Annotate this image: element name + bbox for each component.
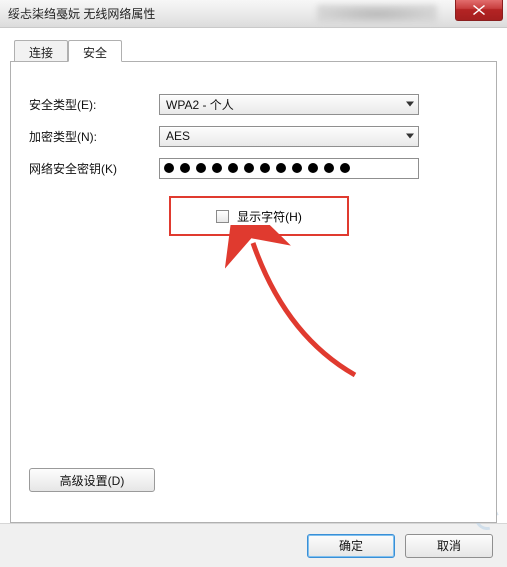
encryption-type-combo[interactable]: AES	[159, 126, 419, 147]
password-dot	[164, 163, 174, 173]
window: 绥忐柒绉戞妧 无线网络属性 连接 安全 安全类型(E): WPA2 - 个人	[0, 0, 507, 567]
footer: 确定 取消	[0, 523, 507, 567]
titlebar: 绥忐柒绉戞妧 无线网络属性	[0, 0, 507, 28]
ok-label: 确定	[339, 537, 363, 554]
close-button[interactable]	[455, 0, 503, 21]
show-characters-checkbox[interactable]	[216, 210, 229, 223]
close-icon	[473, 5, 485, 15]
titlebar-blurred-area	[317, 5, 437, 23]
password-dot	[292, 163, 302, 173]
ok-button[interactable]: 确定	[307, 534, 395, 558]
tab-connect[interactable]: 连接	[14, 40, 68, 62]
encryption-type-value: AES	[166, 129, 190, 143]
password-dot	[196, 163, 206, 173]
password-dot	[260, 163, 270, 173]
security-type-value: WPA2 - 个人	[166, 96, 234, 113]
password-dot	[228, 163, 238, 173]
password-dot	[180, 163, 190, 173]
security-key-input[interactable]	[159, 158, 419, 179]
password-dot	[340, 163, 350, 173]
tab-security-label: 安全	[83, 46, 107, 60]
show-characters-label: 显示字符(H)	[237, 208, 302, 225]
tabpanel-security: 安全类型(E): WPA2 - 个人 加密类型(N): AES	[10, 61, 497, 523]
row-encryption-type: 加密类型(N): AES	[29, 122, 478, 150]
advanced-settings-button[interactable]: 高级设置(D)	[29, 468, 155, 492]
show-characters-highlight: 显示字符(H)	[169, 196, 349, 236]
tab-connect-label: 连接	[29, 46, 53, 60]
row-security-key: 网络安全密钥(K)	[29, 154, 478, 182]
tab-security[interactable]: 安全	[68, 40, 122, 62]
password-dot	[244, 163, 254, 173]
chevron-down-icon	[406, 102, 414, 107]
row-security-type: 安全类型(E): WPA2 - 个人	[29, 90, 478, 118]
security-type-combo[interactable]: WPA2 - 个人	[159, 94, 419, 115]
security-key-label: 网络安全密钥(K)	[29, 160, 159, 177]
password-dot	[212, 163, 222, 173]
security-type-label: 安全类型(E):	[29, 96, 159, 113]
password-dot	[276, 163, 286, 173]
cancel-label: 取消	[437, 537, 461, 554]
form: 安全类型(E): WPA2 - 个人 加密类型(N): AES	[11, 62, 496, 236]
tab-container: 连接 安全 安全类型(E): WPA2 - 个人 加密类型(N):	[10, 40, 497, 523]
password-dot	[308, 163, 318, 173]
password-dot	[324, 163, 334, 173]
window-title: 绥忐柒绉戞妧 无线网络属性	[8, 5, 155, 22]
tabstrip: 连接 安全	[10, 40, 497, 62]
advanced-settings-label: 高级设置(D)	[60, 472, 125, 489]
chevron-down-icon	[406, 134, 414, 139]
cancel-button[interactable]: 取消	[405, 534, 493, 558]
encryption-type-label: 加密类型(N):	[29, 128, 159, 145]
